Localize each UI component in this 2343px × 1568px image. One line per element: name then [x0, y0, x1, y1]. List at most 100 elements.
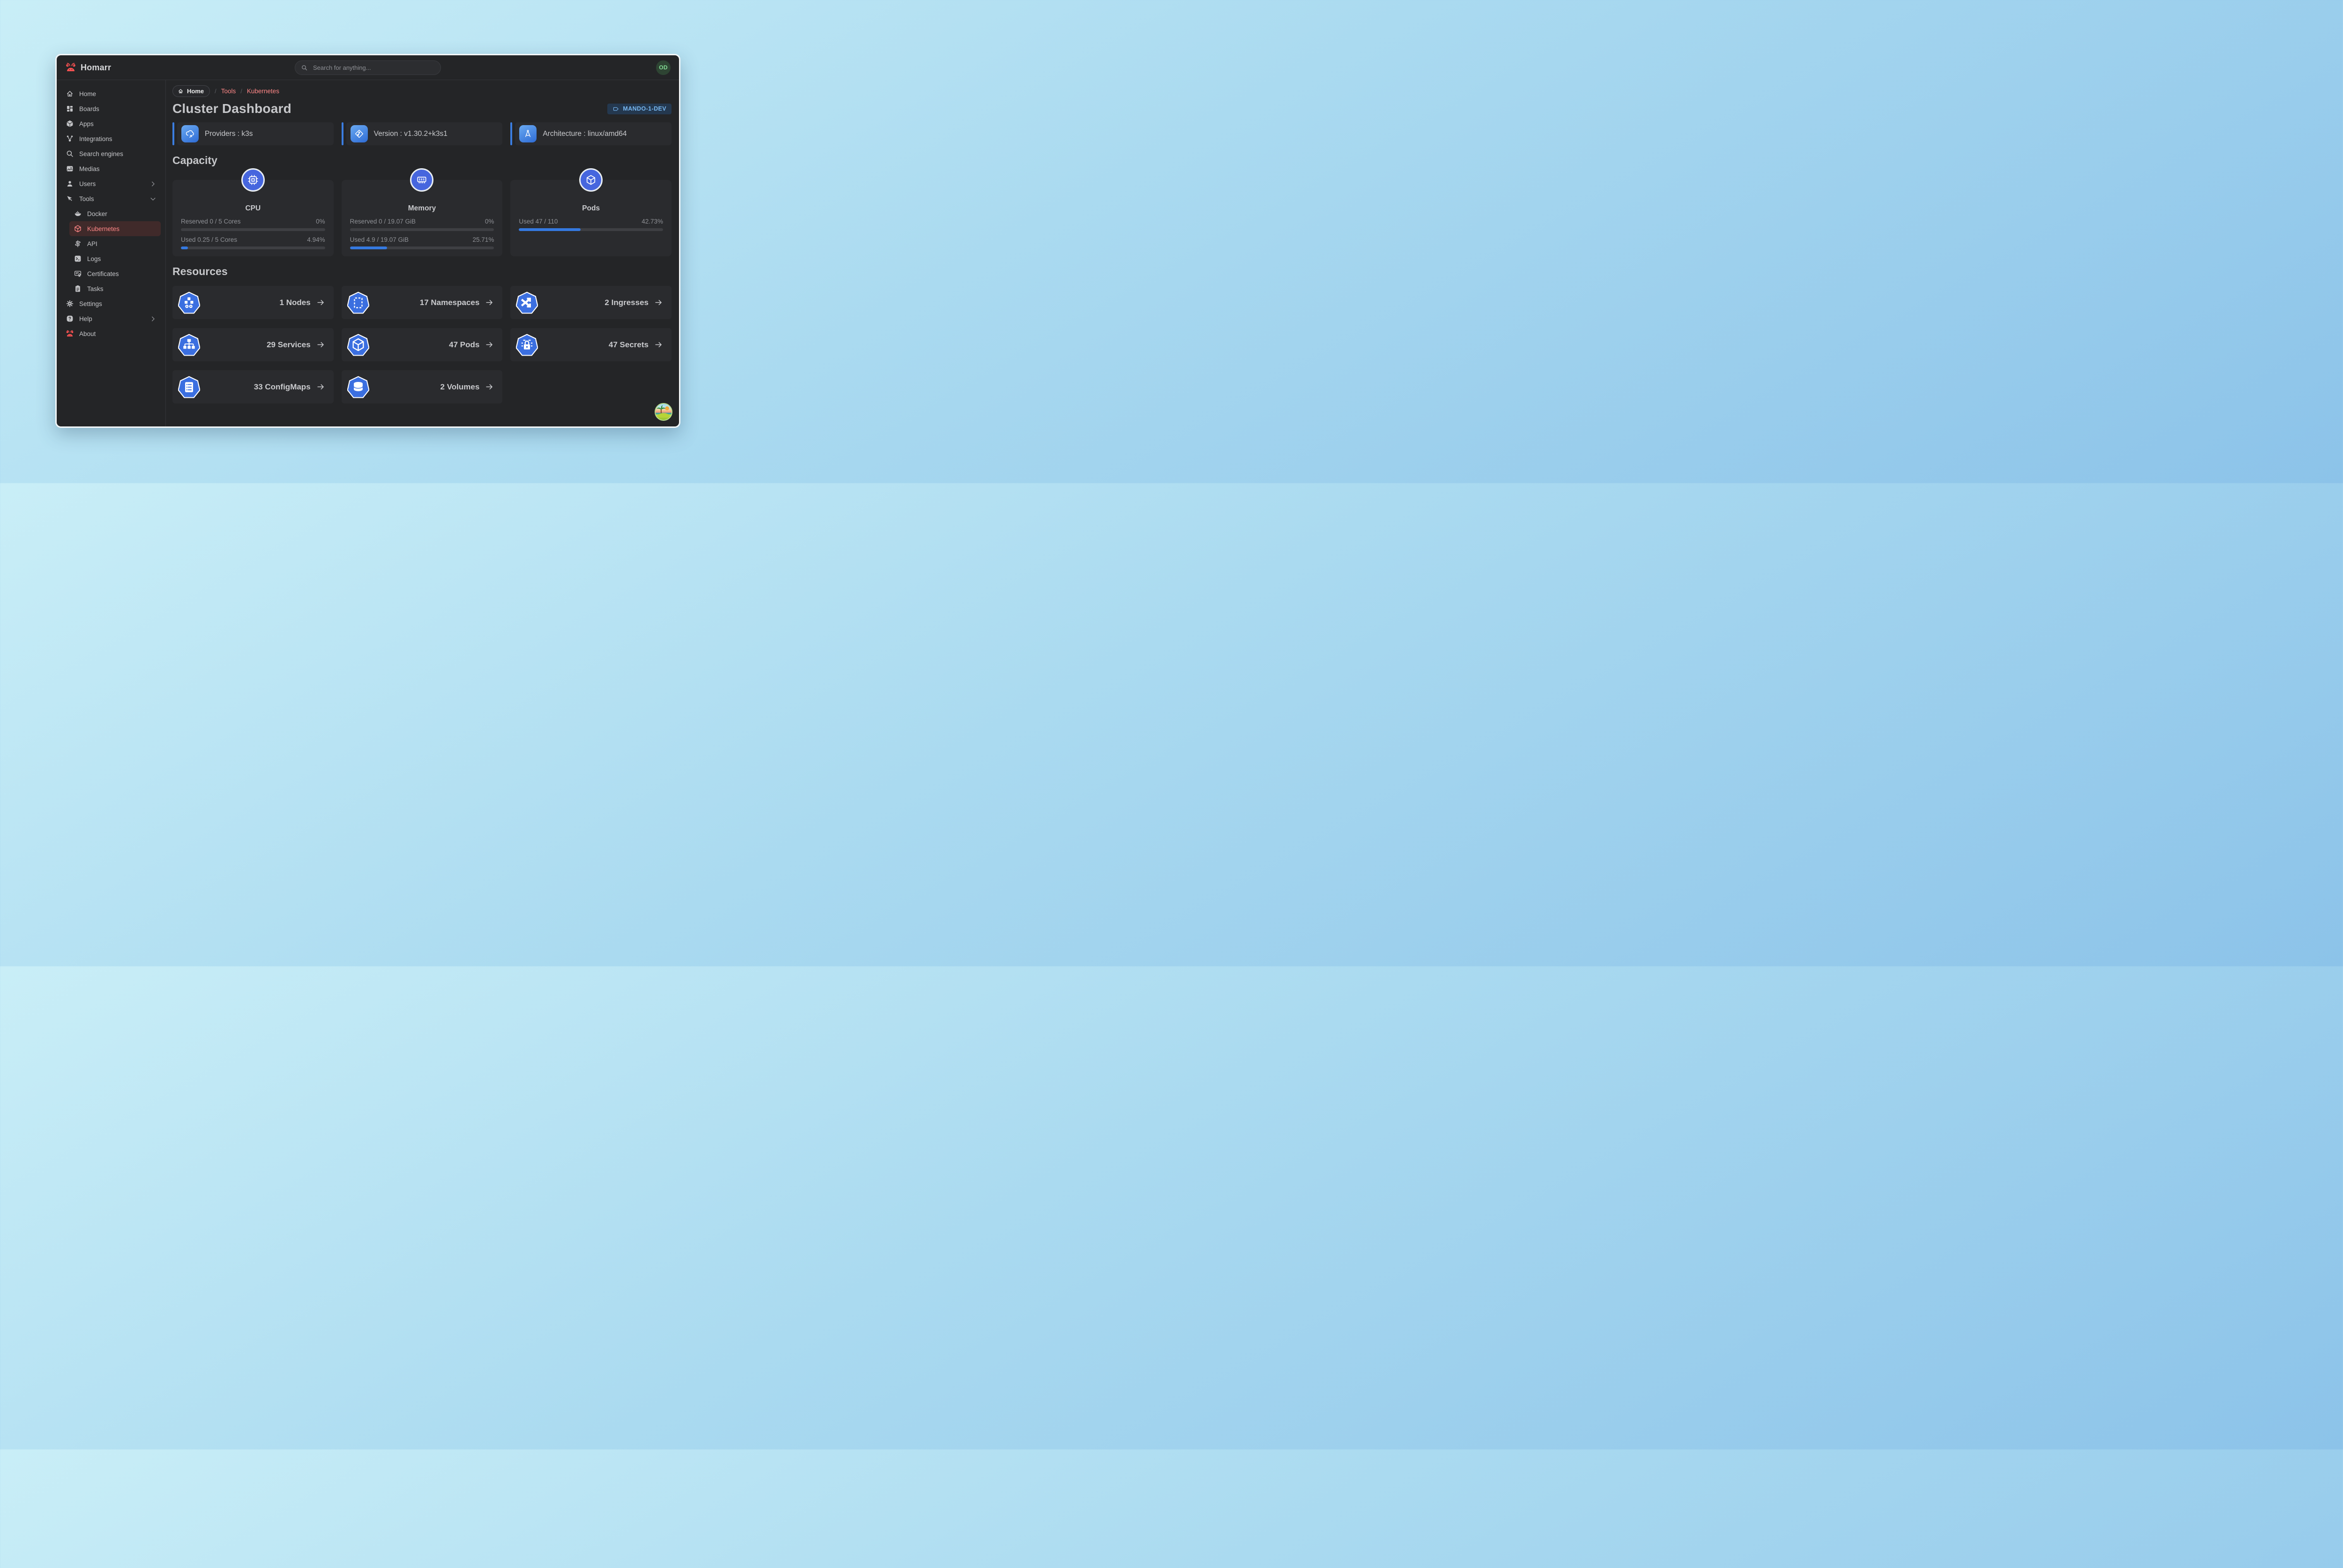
global-search[interactable] — [295, 60, 441, 75]
arrow-right-icon — [316, 298, 325, 307]
sidebar-item-label: Logs — [87, 255, 101, 262]
brand[interactable]: Homarr — [65, 62, 111, 73]
arrow-right-icon — [485, 298, 494, 307]
breadcrumb-separator: / — [240, 88, 242, 95]
sidebar-item-help[interactable]: Help — [61, 311, 161, 326]
capacity-heading: Capacity — [172, 154, 672, 167]
sidebar-item-boards[interactable]: Boards — [61, 101, 161, 116]
progress-bar — [181, 246, 325, 249]
docker-icon — [74, 209, 82, 218]
sidebar-item-api[interactable]: API — [69, 236, 161, 251]
sidebar-item-label: Kubernetes — [87, 225, 119, 232]
sidebar-item-label: Docker — [87, 210, 107, 217]
sidebar-item-tasks[interactable]: Tasks — [69, 281, 161, 296]
resources-grid: 1 Nodes 17 Namespaces — [172, 286, 672, 403]
breadcrumb-home[interactable]: Home — [172, 85, 210, 97]
configmaps-icon — [178, 375, 200, 399]
breadcrumb-current[interactable]: Kubernetes — [247, 88, 279, 95]
pods-icon — [347, 333, 369, 357]
sidebar-item-medias[interactable]: Medias — [61, 161, 161, 176]
capacity-card-cpu: CPU Reserved 0 / 5 Cores 0% Used 0.25 / … — [172, 180, 334, 256]
resource-card-secrets[interactable]: 47 Secrets — [510, 328, 672, 361]
ingresses-icon — [516, 291, 538, 314]
sidebar-item-apps[interactable]: Apps — [61, 116, 161, 131]
arrow-right-icon — [654, 298, 663, 307]
info-card-architecture: Architecture : linux/amd64 — [510, 122, 672, 145]
chevron-right-icon — [149, 315, 157, 322]
resource-label: 1 Nodes — [280, 298, 311, 307]
sidebar-item-label: Boards — [79, 105, 99, 112]
resource-card-nodes[interactable]: 1 Nodes — [172, 286, 334, 319]
sidebar-item-label: About — [79, 330, 96, 337]
resource-label: 29 Services — [267, 340, 311, 350]
breadcrumb-separator: / — [215, 88, 216, 95]
resource-card-services[interactable]: 29 Services — [172, 328, 334, 361]
capacity-card-pods: Pods Used 47 / 110 42.73% — [510, 180, 672, 256]
resource-card-configmaps[interactable]: 33 ConfigMaps — [172, 370, 334, 403]
island-floating-button[interactable] — [655, 403, 672, 421]
sidebar-item-users[interactable]: Users — [61, 176, 161, 191]
sidebar-item-integrations[interactable]: Integrations — [61, 131, 161, 146]
progress-bar — [181, 228, 325, 231]
app-window: Homarr OD Home Boards Apps — [55, 54, 680, 428]
kubernetes-cube-icon — [74, 224, 82, 233]
users-icon — [66, 179, 74, 188]
progress-bar — [350, 228, 494, 231]
tropical-island-icon — [656, 404, 672, 420]
resource-card-ingresses[interactable]: 2 Ingresses — [510, 286, 672, 319]
arrow-right-icon — [485, 382, 494, 391]
sidebar: Home Boards Apps Integrations Search eng… — [57, 80, 166, 426]
cpu-icon — [241, 168, 265, 192]
home-icon — [66, 90, 74, 98]
apps-box-icon — [66, 119, 74, 128]
cluster-info-row: Providers : k3s Version : v1.30.2+k3s1 — [172, 122, 672, 145]
sidebar-item-label: Integrations — [79, 135, 112, 142]
capacity-row-percent: 0% — [485, 218, 494, 225]
help-icon — [66, 314, 74, 323]
capacity-row-percent: 42.73% — [642, 218, 663, 225]
resource-card-pods[interactable]: 47 Pods — [342, 328, 503, 361]
gear-icon — [66, 299, 74, 308]
user-avatar[interactable]: OD — [656, 60, 671, 75]
info-card-providers: Providers : k3s — [172, 122, 334, 145]
resource-card-volumes[interactable]: 2 Volumes — [342, 370, 503, 403]
accent-bar — [510, 122, 512, 145]
sidebar-item-settings[interactable]: Settings — [61, 296, 161, 311]
breadcrumb-tools[interactable]: Tools — [221, 88, 236, 95]
sidebar-item-tools[interactable]: Tools — [61, 191, 161, 206]
tasks-clipboard-icon — [74, 284, 82, 293]
resource-card-namespaces[interactable]: 17 Namespaces — [342, 286, 503, 319]
sidebar-item-home[interactable]: Home — [61, 86, 161, 101]
logs-terminal-icon — [74, 254, 82, 263]
sidebar-item-label: Help — [79, 315, 92, 322]
sidebar-item-docker[interactable]: Docker — [69, 206, 161, 221]
resource-label: 2 Volumes — [440, 382, 480, 392]
architecture-label: Architecture : linux/amd64 — [543, 130, 627, 138]
search-icon — [301, 64, 308, 71]
breadcrumb-home-label: Home — [187, 88, 204, 95]
homarr-logo-icon — [65, 62, 76, 73]
sidebar-item-kubernetes[interactable]: Kubernetes — [69, 221, 161, 236]
chevron-right-icon — [149, 180, 157, 187]
capacity-row-label: Reserved 0 / 5 Cores — [181, 218, 241, 225]
sidebar-item-label: Users — [79, 180, 96, 187]
home-icon — [178, 88, 184, 94]
api-signpost-icon — [74, 239, 82, 248]
version-label: Version : v1.30.2+k3s1 — [374, 130, 448, 138]
search-input[interactable] — [312, 64, 435, 72]
progress-bar — [519, 228, 663, 231]
sidebar-item-label: Tasks — [87, 285, 104, 292]
capacity-grid: CPU Reserved 0 / 5 Cores 0% Used 0.25 / … — [172, 180, 672, 256]
desktop-background: { "header": { "app_name": "Homarr", "sea… — [0, 0, 735, 483]
nodes-icon — [178, 291, 200, 314]
sidebar-item-label: Apps — [79, 120, 94, 127]
sidebar-item-logs[interactable]: Logs — [69, 251, 161, 266]
sidebar-item-about[interactable]: About — [61, 326, 161, 341]
arrow-right-icon — [316, 382, 325, 391]
cluster-name: MANDO-1-DEV — [623, 105, 666, 112]
volumes-cylinder-icon — [347, 375, 369, 399]
sidebar-item-label: Tools — [79, 195, 94, 202]
sidebar-item-search-engines[interactable]: Search engines — [61, 146, 161, 161]
main-content: Home / Tools / Kubernetes Cluster Dashbo… — [166, 80, 679, 426]
sidebar-item-certificates[interactable]: Certificates — [69, 266, 161, 281]
